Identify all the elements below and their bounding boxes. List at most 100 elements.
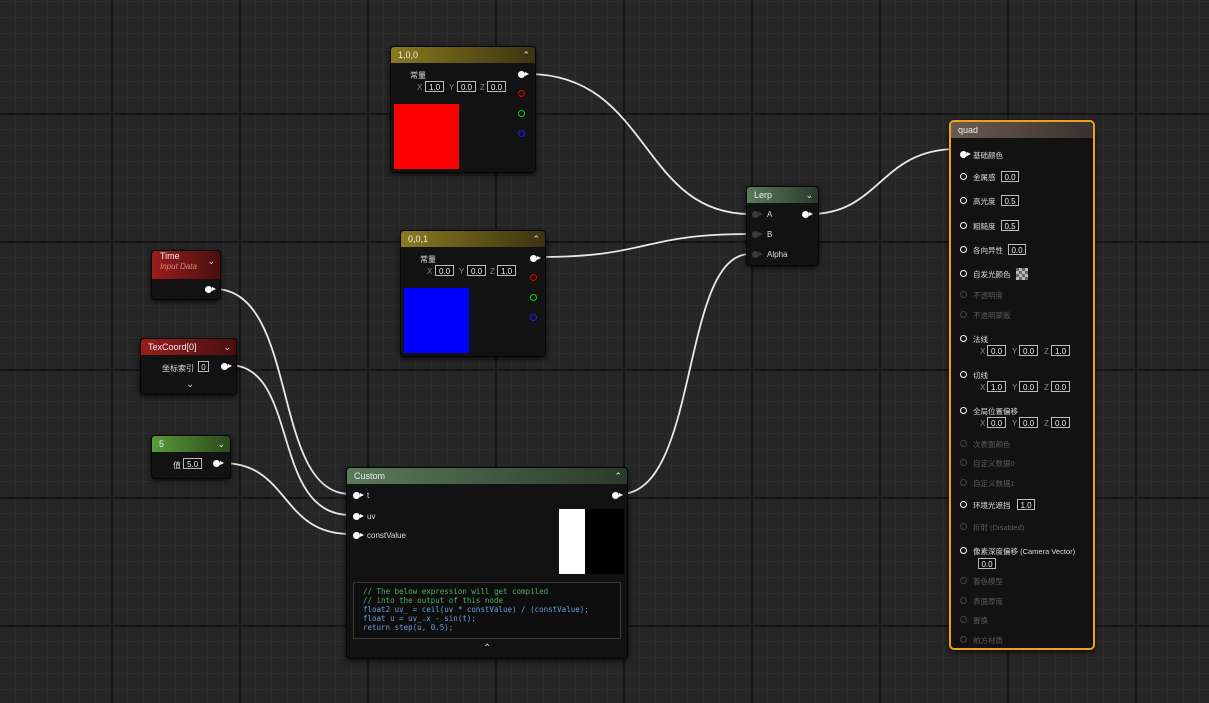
material-input-pin[interactable] xyxy=(960,335,967,342)
node-title: Lerp xyxy=(754,190,773,200)
constant-node-red[interactable]: 1,0,0 ⌃ 常量 X 1.0 Y 0.0 Z 0.0 xyxy=(390,46,536,173)
y-field[interactable]: 0.0 xyxy=(1019,417,1038,428)
code-line-5: return step(u, 0.5); xyxy=(363,623,454,632)
material-input-pin[interactable] xyxy=(960,246,967,253)
material-input-pin[interactable] xyxy=(960,479,967,486)
material-input-value[interactable]: 0.0 xyxy=(1001,171,1019,182)
output-pin-r[interactable] xyxy=(518,90,525,97)
expand-icon[interactable]: ⌄ xyxy=(805,187,813,203)
x-field[interactable]: 0.0 xyxy=(435,265,454,276)
collapse-icon[interactable]: ⌃ xyxy=(532,231,540,247)
node-header[interactable]: Lerp ⌄ xyxy=(747,187,818,203)
material-input-value[interactable]: 1.0 xyxy=(1017,499,1035,510)
node-header[interactable]: TexCoord[0] ⌄ xyxy=(141,339,236,355)
node-subtitle: Input Data xyxy=(160,262,197,271)
node-header[interactable]: 0,0,1 ⌃ xyxy=(401,231,545,247)
output-pin[interactable] xyxy=(612,492,623,499)
collapse-icon[interactable]: ⌃ xyxy=(614,468,622,484)
material-input-pin[interactable] xyxy=(960,636,967,643)
material-input-pin[interactable] xyxy=(960,291,967,298)
collapse-chevron-icon[interactable]: ⌃ xyxy=(483,643,491,654)
z-field[interactable]: 1.0 xyxy=(497,265,516,276)
material-input-pin[interactable] xyxy=(960,577,967,584)
y-field[interactable]: 0.0 xyxy=(457,81,476,92)
node-header[interactable]: 1,0,0 ⌃ xyxy=(391,47,535,63)
material-input-pin[interactable] xyxy=(960,151,971,158)
material-input-pin[interactable] xyxy=(960,173,967,180)
output-pin-b[interactable] xyxy=(530,314,537,321)
output-pin-rgb[interactable] xyxy=(518,71,529,78)
output-pin-g[interactable] xyxy=(530,294,537,301)
emissive-swatch[interactable] xyxy=(1016,268,1028,280)
x-field[interactable]: 1.0 xyxy=(987,381,1006,392)
z-field[interactable]: 0.0 xyxy=(1051,381,1070,392)
output-pin[interactable] xyxy=(205,286,216,293)
output-pin-g[interactable] xyxy=(518,110,525,117)
material-input-pin[interactable] xyxy=(960,197,967,204)
constant-label: 常量 xyxy=(420,255,436,264)
advanced-chevron-icon[interactable]: ⌄ xyxy=(186,379,194,390)
expand-icon[interactable]: ⌄ xyxy=(207,253,215,269)
material-input-pin[interactable] xyxy=(960,616,967,623)
lerp-node[interactable]: Lerp ⌄ A B Alpha xyxy=(746,186,819,266)
node-header[interactable]: Custom ⌃ xyxy=(347,468,627,484)
material-result-node[interactable]: quad 基础颜色 金属感 0.0 高光度 0.5 粗糙度 0.5 各向异性 0.0 自发光颜色不… xyxy=(949,120,1095,650)
material-input-pin[interactable] xyxy=(960,440,967,447)
expand-icon[interactable]: ⌄ xyxy=(223,339,231,355)
scalar-node[interactable]: 5 ⌄ 值 5.0 xyxy=(151,435,231,479)
input-pin-a[interactable] xyxy=(752,211,763,218)
material-input-pin[interactable] xyxy=(960,547,967,554)
input-pin-alpha[interactable] xyxy=(752,251,763,258)
output-pin-r[interactable] xyxy=(530,274,537,281)
input-pin-t[interactable] xyxy=(353,492,364,499)
material-input-pin[interactable] xyxy=(960,222,967,229)
material-input-value[interactable]: 0.5 xyxy=(1001,195,1019,206)
material-input-label: 折射 (Disabled) xyxy=(973,523,1025,532)
value-field[interactable]: 5.0 xyxy=(183,458,202,469)
output-pin[interactable] xyxy=(221,363,232,370)
input-pin-b[interactable] xyxy=(752,231,763,238)
material-input-value[interactable]: 0.5 xyxy=(1001,220,1019,231)
material-input-label: 自定义数据0 xyxy=(973,459,1015,468)
x-field[interactable]: 1.0 xyxy=(425,81,444,92)
node-header[interactable]: quad xyxy=(951,122,1093,138)
node-header[interactable]: Time Input Data ⌄ xyxy=(152,251,220,279)
material-input-pin[interactable] xyxy=(960,459,967,466)
node-header[interactable]: 5 ⌄ xyxy=(152,436,230,452)
material-input-label: 全局位置偏移 xyxy=(973,407,1018,416)
texcoord-node[interactable]: TexCoord[0] ⌄ 坐标索引 0 ⌄ xyxy=(140,338,237,395)
material-input-label: 基础颜色 xyxy=(973,151,1003,160)
collapse-icon[interactable]: ⌃ xyxy=(522,47,530,63)
z-field[interactable]: 1.0 xyxy=(1051,345,1070,356)
material-input-pin[interactable] xyxy=(960,523,967,530)
output-pin[interactable] xyxy=(213,460,224,467)
z-field[interactable]: 0.0 xyxy=(487,81,506,92)
material-input-pin[interactable] xyxy=(960,270,967,277)
x-field[interactable]: 0.0 xyxy=(987,345,1006,356)
y-field[interactable]: 0.0 xyxy=(1019,381,1038,392)
y-field[interactable]: 0.0 xyxy=(1019,345,1038,356)
material-input-pin[interactable] xyxy=(960,407,967,414)
y-field[interactable]: 0.0 xyxy=(467,265,486,276)
code-editor[interactable]: // The below expression will get compile… xyxy=(353,582,621,639)
expand-icon[interactable]: ⌄ xyxy=(217,436,225,452)
input-pin-uv[interactable] xyxy=(353,513,364,520)
output-pin-b[interactable] xyxy=(518,130,525,137)
material-input-pin[interactable] xyxy=(960,311,967,318)
material-input-value[interactable]: 0.0 xyxy=(978,558,996,569)
code-line-3: float2 uv_ = ceil(uv * constValue) / (co… xyxy=(363,605,589,614)
input-pin-constvalue[interactable] xyxy=(353,532,364,539)
material-input-value[interactable]: 0.0 xyxy=(1008,244,1026,255)
coordinate-index-field[interactable]: 0 xyxy=(198,361,209,372)
custom-node[interactable]: Custom ⌃ t uv constValue // The below ex… xyxy=(346,467,628,659)
material-input-pin[interactable] xyxy=(960,501,967,508)
material-input-pin[interactable] xyxy=(960,597,967,604)
x-field[interactable]: 0.0 xyxy=(987,417,1006,428)
output-pin-rgb[interactable] xyxy=(530,255,541,262)
material-input-pin[interactable] xyxy=(960,371,967,378)
output-pin[interactable] xyxy=(802,211,813,218)
node-title: quad xyxy=(958,125,979,135)
z-field[interactable]: 0.0 xyxy=(1051,417,1070,428)
constant-node-blue[interactable]: 0,0,1 ⌃ 常量 X 0.0 Y 0.0 Z 1.0 xyxy=(400,230,546,357)
time-node[interactable]: Time Input Data ⌄ xyxy=(151,250,221,300)
